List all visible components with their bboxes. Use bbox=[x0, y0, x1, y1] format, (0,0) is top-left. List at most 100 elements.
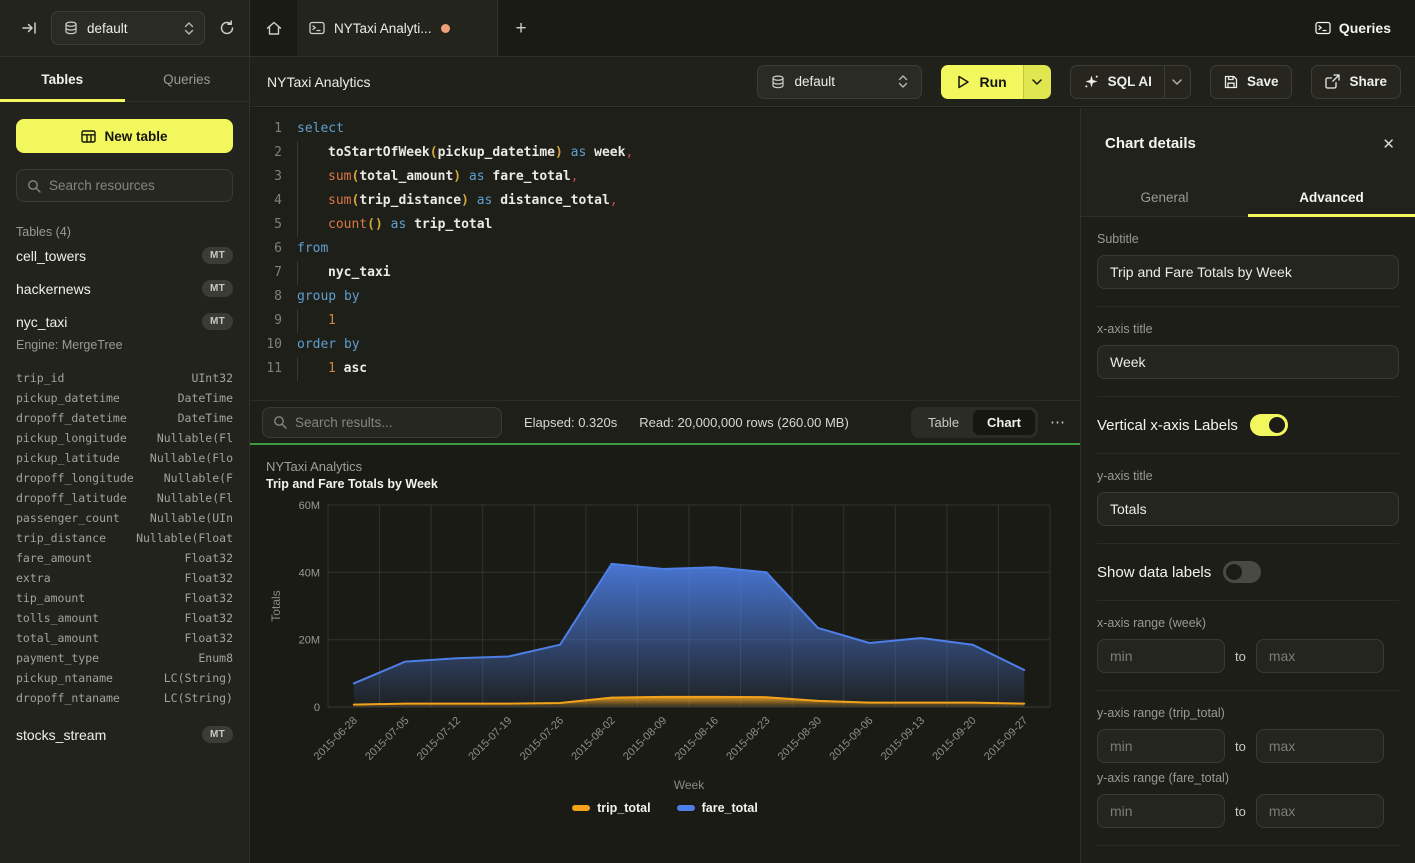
table-name: stocks_stream bbox=[16, 727, 106, 743]
view-toggle: Table Chart bbox=[911, 407, 1038, 438]
table-name: hackernews bbox=[16, 281, 91, 297]
legend-label: trip_total bbox=[597, 801, 650, 815]
subtitle-label: Subtitle bbox=[1097, 232, 1399, 246]
top-bar: default NYTaxi Analyti... + Queries bbox=[0, 0, 1415, 57]
chevron-updown-icon bbox=[184, 22, 194, 35]
to-label: to bbox=[1235, 649, 1246, 664]
toolbar-database-selector[interactable]: default bbox=[757, 65, 922, 99]
save-button[interactable]: Save bbox=[1210, 65, 1293, 99]
code-line: 111 asc bbox=[250, 357, 1080, 381]
column-row: passenger_countNullable(UIn bbox=[16, 508, 233, 528]
x-range-min-input[interactable] bbox=[1097, 639, 1225, 673]
code-line: 5count() as trip_total bbox=[250, 213, 1080, 237]
play-icon bbox=[957, 75, 970, 89]
y-range-trip-min-input[interactable] bbox=[1097, 729, 1225, 763]
sql-ai-button[interactable]: SQL AI bbox=[1070, 65, 1191, 99]
svg-text:20M: 20M bbox=[299, 635, 320, 647]
new-tab-button[interactable]: + bbox=[508, 16, 534, 42]
x-axis-title-input[interactable] bbox=[1097, 345, 1399, 379]
sidebar-tab-queries[interactable]: Queries bbox=[125, 57, 250, 101]
y-axis-range-trip-field: y-axis range (trip_total) to bbox=[1097, 691, 1399, 771]
rows-read-stat: Read: 20,000,000 rows (260.00 MB) bbox=[639, 415, 849, 430]
to-label: to bbox=[1235, 739, 1246, 754]
column-row: tolls_amountFloat32 bbox=[16, 608, 233, 628]
table-item-nyc_taxi[interactable]: nyc_taxiMT bbox=[16, 305, 233, 338]
to-label: to bbox=[1235, 804, 1246, 819]
more-options-icon[interactable]: ⋯ bbox=[1050, 413, 1066, 431]
svg-text:2015-09-06: 2015-09-06 bbox=[827, 715, 875, 763]
legend-item-fare_total[interactable]: fare_total bbox=[677, 801, 758, 815]
sql-ai-dropdown[interactable] bbox=[1164, 66, 1190, 98]
save-icon bbox=[1224, 75, 1238, 89]
code-line: 91 bbox=[250, 309, 1080, 333]
column-row: trip_idUInt32 bbox=[16, 368, 233, 388]
engine-badge: MT bbox=[202, 726, 233, 743]
database-selector-value: default bbox=[87, 21, 175, 36]
close-icon[interactable]: ✕ bbox=[1382, 135, 1395, 153]
engine-badge: MT bbox=[202, 280, 233, 297]
run-button[interactable]: Run bbox=[941, 65, 1022, 99]
code-line: 8group by bbox=[250, 285, 1080, 309]
tab-advanced[interactable]: Advanced bbox=[1248, 179, 1415, 216]
y-range-trip-max-input[interactable] bbox=[1256, 729, 1384, 763]
collapse-sidebar-icon[interactable] bbox=[22, 21, 37, 35]
y-axis-title-input[interactable] bbox=[1097, 492, 1399, 526]
run-options-dropdown[interactable] bbox=[1023, 65, 1051, 99]
svg-text:2015-06-28: 2015-06-28 bbox=[312, 715, 360, 763]
query-toolbar: NYTaxi Analytics default Run bbox=[250, 57, 1415, 107]
y-range-fare-max-input[interactable] bbox=[1256, 794, 1384, 828]
column-row: total_amountFloat32 bbox=[16, 628, 233, 648]
chart-details-header: Chart details ✕ bbox=[1081, 108, 1415, 179]
sidebar-search bbox=[16, 169, 233, 202]
tab-title: NYTaxi Analyti... bbox=[334, 21, 432, 36]
svg-text:Totals: Totals bbox=[269, 590, 283, 621]
search-icon bbox=[273, 415, 287, 429]
console-icon bbox=[309, 21, 325, 35]
tab-general[interactable]: General bbox=[1081, 179, 1248, 216]
refresh-icon[interactable] bbox=[219, 20, 235, 36]
legend-item-trip_total[interactable]: trip_total bbox=[572, 801, 650, 815]
share-button[interactable]: Share bbox=[1311, 65, 1401, 99]
topbar-left-section: default bbox=[0, 0, 250, 56]
column-row: fare_amountFloat32 bbox=[16, 548, 233, 568]
svg-text:60M: 60M bbox=[299, 500, 320, 512]
tab-nytaxi-analytics[interactable]: NYTaxi Analyti... bbox=[297, 0, 498, 56]
svg-text:0: 0 bbox=[314, 702, 320, 714]
table-item-stocks_stream[interactable]: stocks_stream MT bbox=[16, 718, 233, 751]
search-resources-input[interactable] bbox=[49, 178, 222, 193]
chart-subtitle: Trip and Fare Totals by Week bbox=[250, 474, 1080, 491]
search-results-input[interactable] bbox=[295, 415, 491, 430]
queries-label: Queries bbox=[1339, 20, 1391, 36]
y-axis-range-trip-label: y-axis range (trip_total) bbox=[1097, 706, 1399, 720]
svg-text:2015-08-09: 2015-08-09 bbox=[621, 715, 669, 763]
sidebar-tab-tables[interactable]: Tables bbox=[0, 57, 125, 101]
column-row: dropoff_ntanameLC(String) bbox=[16, 688, 233, 708]
console-icon bbox=[1315, 21, 1331, 35]
y-range-fare-min-input[interactable] bbox=[1097, 794, 1225, 828]
new-table-button[interactable]: New table bbox=[16, 119, 233, 153]
engine-badge: MT bbox=[202, 313, 233, 330]
table-item-hackernews[interactable]: hackernews MT bbox=[16, 272, 233, 305]
code-line: 2toStartOfWeek(pickup_datetime) as week, bbox=[250, 141, 1080, 165]
table-item-cell_towers[interactable]: cell_towersMT bbox=[16, 239, 233, 272]
chart-legend: trip_total fare_total bbox=[250, 801, 1080, 815]
svg-text:2015-09-27: 2015-09-27 bbox=[982, 715, 1030, 763]
sidebar-tabs: Tables Queries bbox=[0, 57, 249, 102]
x-range-max-input[interactable] bbox=[1256, 639, 1384, 673]
subtitle-input[interactable] bbox=[1097, 255, 1399, 289]
chart-x-axis-title: Week bbox=[250, 778, 1080, 792]
share-icon bbox=[1325, 74, 1340, 89]
column-row: dropoff_datetimeDateTime bbox=[16, 408, 233, 428]
view-toggle-chart[interactable]: Chart bbox=[973, 410, 1035, 435]
home-button[interactable] bbox=[250, 0, 297, 56]
legend-swatch bbox=[572, 805, 590, 811]
queries-button[interactable]: Queries bbox=[1315, 0, 1391, 56]
database-selector[interactable]: default bbox=[51, 11, 205, 45]
vertical-x-labels-toggle[interactable] bbox=[1250, 414, 1288, 436]
svg-text:2015-08-16: 2015-08-16 bbox=[673, 715, 721, 763]
chart-panel: NYTaxi Analytics Trip and Fare Totals by… bbox=[250, 445, 1080, 863]
column-row: extraFloat32 bbox=[16, 568, 233, 588]
show-data-labels-toggle[interactable] bbox=[1223, 561, 1261, 583]
view-toggle-table[interactable]: Table bbox=[914, 410, 973, 435]
sql-editor[interactable]: 1select2toStartOfWeek(pickup_datetime) a… bbox=[250, 108, 1080, 400]
